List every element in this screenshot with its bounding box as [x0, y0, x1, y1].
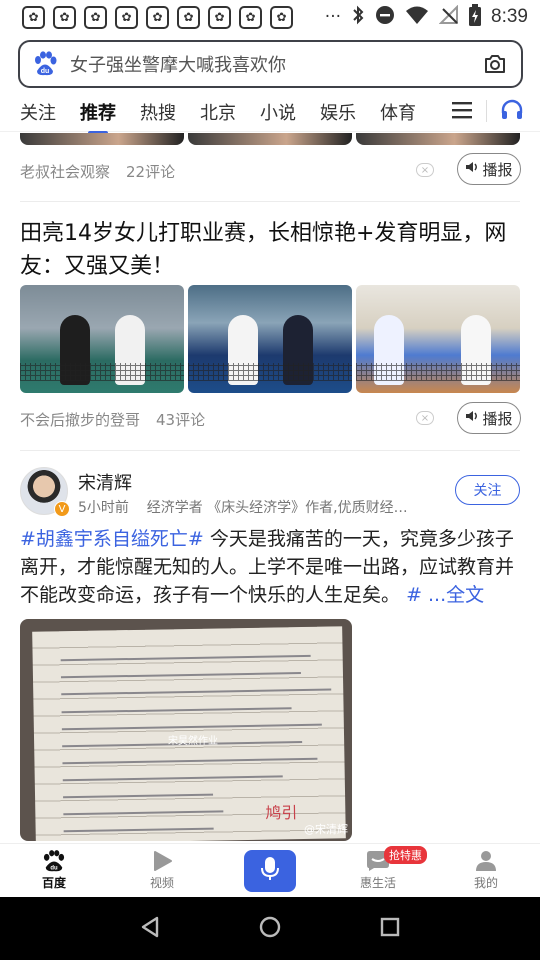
- news-photo[interactable]: [356, 285, 520, 393]
- clock: 8:39: [491, 6, 528, 27]
- news-source[interactable]: 不会后撤步的登哥: [20, 409, 140, 430]
- tab-hot[interactable]: 热搜: [140, 99, 176, 125]
- hashtag-link[interactable]: #胡鑫宇系自缢死亡#: [20, 528, 204, 550]
- read-more-link[interactable]: # ...全文: [406, 584, 484, 606]
- baidu-notification-icon: ✿: [84, 5, 107, 29]
- baidu-notification-icon: ✿: [177, 5, 200, 29]
- feed-divider: [20, 450, 520, 451]
- post-image[interactable]: 鸠引 宋昊然作业 @宋清辉: [20, 619, 352, 841]
- person-icon: [473, 850, 499, 872]
- nav-label: 视频: [149, 876, 174, 890]
- promo-badge: 抢特惠: [384, 846, 427, 864]
- follow-button[interactable]: 关注: [455, 475, 520, 505]
- post-time: 5小时前: [78, 500, 129, 516]
- author-header: V 宋清辉 5小时前 经济学者 《床头经济学》作者,优质财经领... 关注: [20, 467, 520, 519]
- red-ink-mark: 鸠引: [265, 803, 298, 823]
- notification-icons: ✿ ✿ ✿ ✿ ✿ ✿ ✿ ✿ ✿: [22, 5, 293, 29]
- author-subtitle: 5小时前 经济学者 《床头经济学》作者,优质财经领...: [78, 497, 418, 517]
- nav-baidu[interactable]: du 百度: [0, 844, 108, 897]
- broadcast-label: 播报: [482, 160, 513, 179]
- baidu-notification-icon: ✿: [208, 5, 231, 29]
- broadcast-label: 播报: [482, 409, 513, 428]
- baidu-notification-icon: ✿: [270, 5, 293, 29]
- bottom-nav: du 百度 视频 抢特惠 惠生活 我的: [0, 843, 540, 897]
- comment-count[interactable]: 22评论: [126, 161, 175, 182]
- menu-icon[interactable]: [452, 101, 472, 119]
- speaker-icon: [465, 160, 479, 178]
- news-photo[interactable]: [20, 285, 184, 393]
- tab-beijing[interactable]: 北京: [200, 99, 236, 125]
- video-play-icon: [149, 850, 175, 872]
- baidu-paw-icon: du: [32, 51, 58, 77]
- news-headline[interactable]: 田亮14岁女儿打职业赛，长相惊艳+发育明显，网友：又强又美！: [20, 217, 520, 283]
- battery-icon: [469, 3, 482, 31]
- news-image-strip[interactable]: [20, 133, 520, 145]
- nav-label: 百度: [41, 876, 66, 890]
- mic-icon: [260, 856, 280, 885]
- news-meta: 老叔社会观察 22评论: [20, 161, 175, 182]
- mic-button[interactable]: [244, 849, 296, 892]
- home-icon[interactable]: [258, 915, 282, 943]
- news-photos[interactable]: [20, 285, 520, 393]
- baidu-notification-icon: ✿: [115, 5, 138, 29]
- back-icon[interactable]: [139, 915, 161, 943]
- svg-text:du: du: [50, 865, 58, 871]
- status-bar: ✿ ✿ ✿ ✿ ✿ ✿ ✿ ✿ ✿ ··· 8:39: [0, 0, 540, 34]
- news-photo[interactable]: [188, 285, 352, 393]
- speaker-icon: [465, 409, 479, 427]
- nav-profile[interactable]: 我的: [432, 844, 540, 897]
- tab-follow[interactable]: 关注: [20, 99, 56, 125]
- news-meta: 不会后撤步的登哥 43评论: [20, 409, 205, 430]
- tab-novel[interactable]: 小说: [260, 99, 296, 125]
- nav-video[interactable]: 视频: [108, 844, 216, 897]
- broadcast-button[interactable]: 播报: [457, 402, 521, 434]
- baidu-paw-icon: du: [41, 850, 67, 872]
- tab-divider: [486, 100, 487, 122]
- tab-entertainment[interactable]: 娱乐: [320, 99, 356, 125]
- broadcast-button[interactable]: 播报: [457, 153, 521, 185]
- headset-icon[interactable]: [500, 98, 524, 122]
- baidu-notification-icon: ✿: [239, 5, 262, 29]
- svg-text:du: du: [41, 68, 50, 75]
- image-credit: @宋清辉: [304, 823, 348, 836]
- camera-icon[interactable]: [483, 52, 507, 76]
- wifi-icon: [405, 5, 429, 30]
- search-input[interactable]: 女子强坐警摩大喊我喜欢你: [70, 51, 483, 77]
- more-dots-icon: ···: [324, 7, 342, 27]
- bluetooth-icon: [351, 5, 365, 30]
- news-feed[interactable]: 老叔社会观察 22评论 × 播报 田亮14岁女儿打职业赛，长相惊艳+发育明显，网…: [0, 133, 540, 843]
- channel-tabs: 关注 推荐 热搜 北京 小说 娱乐 体育: [0, 92, 540, 135]
- recents-icon[interactable]: [379, 916, 401, 942]
- image-watermark: 宋昊然作业: [168, 736, 218, 747]
- tab-sports[interactable]: 体育: [380, 99, 416, 125]
- author-name[interactable]: 宋清辉: [78, 469, 132, 495]
- no-sim-icon: [438, 4, 459, 30]
- author-desc: 经济学者 《床头经济学》作者,优质财经领...: [146, 500, 418, 516]
- dismiss-icon[interactable]: ×: [416, 411, 434, 425]
- comment-count[interactable]: 43评论: [156, 409, 205, 430]
- nav-label: 惠生活: [359, 876, 396, 890]
- dismiss-icon[interactable]: ×: [416, 163, 434, 177]
- nav-voice[interactable]: [216, 844, 324, 897]
- news-source[interactable]: 老叔社会观察: [20, 161, 110, 182]
- system-navigation-bar: [0, 897, 540, 960]
- tab-recommend[interactable]: 推荐: [80, 99, 116, 135]
- nav-label: 我的: [473, 876, 498, 890]
- post-text[interactable]: #胡鑫宇系自缢死亡# 今天是我痛苦的一天，究竟多少孩子离开，才能惊醒无知的人。上…: [20, 525, 520, 609]
- baidu-notification-icon: ✿: [53, 5, 76, 29]
- nav-life[interactable]: 抢特惠 惠生活: [324, 844, 432, 897]
- dnd-icon: [375, 5, 395, 30]
- feed-divider: [20, 201, 520, 202]
- baidu-notification-icon: ✿: [22, 5, 45, 29]
- baidu-notification-icon: ✿: [146, 5, 169, 29]
- verified-icon: V: [54, 501, 70, 517]
- search-bar[interactable]: du 女子强坐警摩大喊我喜欢你: [18, 40, 523, 88]
